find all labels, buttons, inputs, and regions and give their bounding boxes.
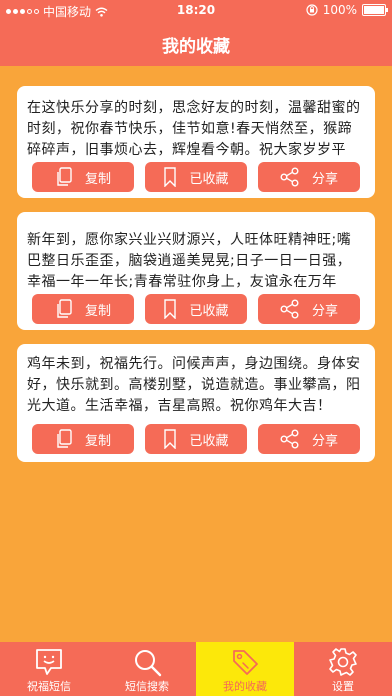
share-icon: [280, 429, 299, 449]
tab-label: 设置: [332, 680, 354, 693]
search-icon: [135, 650, 162, 677]
message-card: 鸡年未到，祝福先行。问候声声，身边围绕。身体安好，快乐就到。高楼别墅，说造就造。…: [17, 344, 375, 462]
share-button[interactable]: 分享: [258, 162, 360, 192]
bookmark-icon: [164, 429, 177, 449]
share-label: 分享: [311, 171, 338, 187]
copy-button[interactable]: 复制: [32, 294, 134, 324]
copy-button[interactable]: 复制: [32, 162, 134, 192]
bookmark-icon: [164, 299, 177, 319]
copy-button[interactable]: 复制: [32, 424, 134, 454]
message-card: 新年到，愿你家兴业兴财源兴，人旺体旺精神旺;嘴巴整日乐歪歪，脑袋逍遥美晃晃;日子…: [17, 212, 375, 330]
collected-label: 已收藏: [189, 303, 229, 319]
tab-bar: 祝福短信 短信搜索 我的收藏 设置: [0, 642, 392, 696]
chat-bubble-icon: [36, 649, 62, 675]
copy-icon: [57, 429, 72, 448]
status-bar: 中国移动 18:20 100%: [0, 0, 392, 20]
tab-settings[interactable]: 设置: [294, 642, 392, 696]
gear-icon: [329, 648, 357, 676]
share-label: 分享: [311, 303, 338, 319]
page-title: 我的收藏: [162, 37, 230, 57]
copy-label: 复制: [84, 171, 111, 187]
tab-label: 我的收藏: [223, 680, 267, 693]
collected-button[interactable]: 已收藏: [145, 294, 247, 324]
copy-label: 复制: [84, 433, 111, 449]
share-button[interactable]: 分享: [258, 424, 360, 454]
rotation-lock-icon: [306, 4, 318, 16]
bookmark-icon: [164, 167, 177, 187]
message-text: 在这快乐分享的时刻，思念好友的时刻，温馨甜蜜的时刻，祝你春节快乐，佳节如意!春天…: [27, 100, 361, 158]
tag-icon: [233, 650, 258, 675]
tab-sms-search[interactable]: 短信搜索: [98, 642, 196, 696]
tab-label: 短信搜索: [125, 680, 169, 693]
tab-my-favorites[interactable]: 我的收藏: [196, 642, 294, 696]
share-button[interactable]: 分享: [258, 294, 360, 324]
share-label: 分享: [311, 433, 338, 449]
share-icon: [280, 167, 299, 187]
battery-percent: 100%: [322, 3, 357, 17]
copy-icon: [57, 167, 72, 186]
tab-label: 祝福短信: [27, 680, 71, 693]
collected-label: 已收藏: [189, 171, 229, 187]
collected-button[interactable]: 已收藏: [145, 162, 247, 192]
copy-icon: [57, 299, 72, 318]
battery-icon: [362, 4, 388, 16]
collected-label: 已收藏: [189, 433, 229, 449]
message-text: 新年到，愿你家兴业兴财源兴，人旺体旺精神旺;嘴巴整日乐歪歪，脑袋逍遥美晃晃;日子…: [27, 232, 352, 290]
collected-button[interactable]: 已收藏: [145, 424, 247, 454]
message-text: 鸡年未到，祝福先行。问候声声，身边围绕。身体安好，快乐就到。高楼别墅，说造就造。…: [27, 356, 361, 414]
tab-blessing-sms[interactable]: 祝福短信: [0, 642, 98, 696]
share-icon: [280, 299, 299, 319]
navigation-bar: 我的收藏: [0, 20, 392, 66]
message-card: 在这快乐分享的时刻，思念好友的时刻，温馨甜蜜的时刻，祝你春节快乐，佳节如意!春天…: [17, 86, 375, 198]
copy-label: 复制: [84, 303, 111, 319]
